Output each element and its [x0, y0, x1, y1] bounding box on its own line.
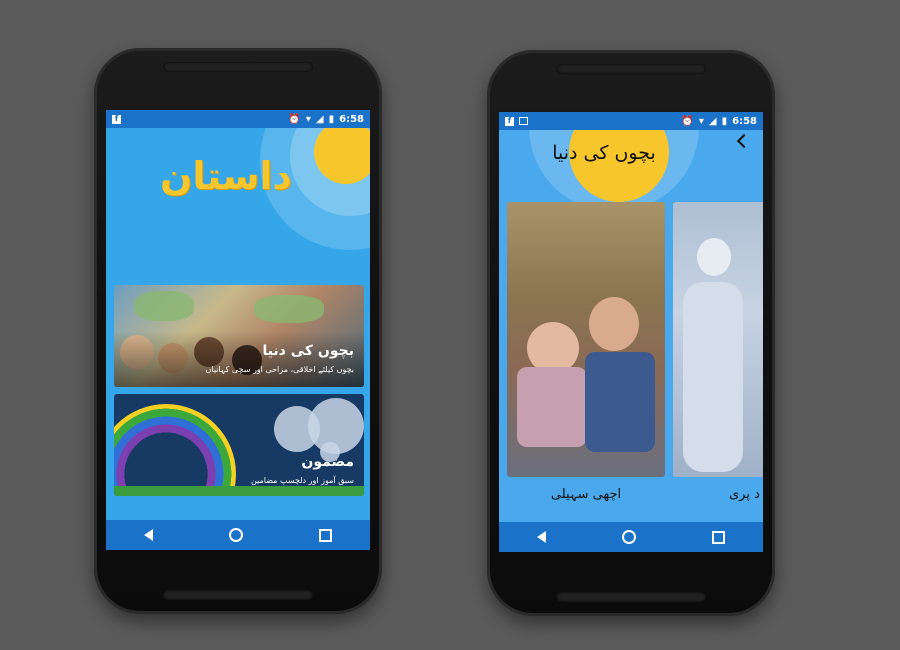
- wifi-icon: ▾: [698, 115, 704, 127]
- home-icon[interactable]: [229, 528, 243, 542]
- battery-icon: ▮: [328, 113, 335, 125]
- phone-left: f ⏰ ▾ ◢ ▮ 6:58 داستان بچوں کی دنیا بچوں …: [94, 48, 382, 614]
- top-speaker: [163, 62, 313, 72]
- app-logo: داستان: [159, 154, 293, 198]
- alarm-icon: ⏰: [681, 115, 694, 127]
- card-title: مضمون: [301, 454, 354, 470]
- image-icon: [519, 117, 528, 125]
- fairy-dress: [683, 282, 743, 472]
- page-title: بچوں کی دنیا: [552, 142, 656, 164]
- map-land: [254, 295, 324, 323]
- child-body: [585, 352, 655, 452]
- status-bar: f ⏰ ▾ ◢ ▮ 6:58: [106, 110, 370, 128]
- battery-icon: ▮: [721, 115, 728, 127]
- status-time: 6:58: [339, 113, 364, 125]
- signal-icon: ◢: [315, 113, 324, 125]
- story-label: د پری: [729, 487, 760, 502]
- wifi-icon: ▾: [305, 113, 311, 125]
- grass-strip: [114, 486, 364, 496]
- card-subtitle: سبق آموز اور دلچسپ مضامین: [250, 476, 354, 485]
- story-card[interactable]: [507, 202, 665, 477]
- recent-apps-icon[interactable]: [712, 530, 725, 544]
- category-card-essay[interactable]: مضمون سبق آموز اور دلچسپ مضامین: [114, 394, 364, 496]
- nav-bar: [499, 522, 763, 552]
- category-card-kids-world[interactable]: بچوں کی دنیا بچوں کیلئے اخلاقی، مزاحی او…: [114, 285, 364, 387]
- stories-screen: f ⏰ ▾ ◢ ▮ 6:58 بچوں کی دنیا اچھی سہیلی د…: [499, 112, 763, 552]
- recent-apps-icon[interactable]: [319, 528, 332, 542]
- home-icon[interactable]: [622, 530, 636, 544]
- back-icon[interactable]: [537, 531, 546, 543]
- bottom-speaker: [163, 590, 313, 600]
- story-label: اچھی سہیلی: [550, 487, 622, 502]
- phone-right: f ⏰ ▾ ◢ ▮ 6:58 بچوں کی دنیا اچھی سہیلی د…: [487, 50, 775, 616]
- child-body: [517, 367, 587, 447]
- home-screen: f ⏰ ▾ ◢ ▮ 6:58 داستان بچوں کی دنیا بچوں …: [106, 110, 370, 550]
- nav-bar: [106, 520, 370, 550]
- map-land: [134, 291, 194, 321]
- signal-icon: ◢: [708, 115, 717, 127]
- girl-face: [589, 297, 639, 351]
- facebook-icon: f: [505, 116, 514, 126]
- bottom-speaker: [556, 592, 706, 602]
- card-title: بچوں کی دنیا: [262, 343, 354, 359]
- top-speaker: [556, 64, 706, 74]
- rainbow-image: [114, 404, 236, 496]
- fairy-face: [697, 238, 731, 276]
- back-icon[interactable]: [144, 529, 153, 541]
- sun-icon: [314, 120, 370, 184]
- status-time: 6:58: [732, 115, 757, 127]
- status-bar: f ⏰ ▾ ◢ ▮ 6:58: [499, 112, 763, 130]
- facebook-icon: f: [112, 114, 121, 124]
- chevron-left-icon[interactable]: [736, 133, 752, 149]
- alarm-icon: ⏰: [288, 113, 301, 125]
- story-card[interactable]: [673, 202, 763, 477]
- card-subtitle: بچوں کیلئے اخلاقی، مزاحی اور سچی کہانیاں: [205, 365, 354, 374]
